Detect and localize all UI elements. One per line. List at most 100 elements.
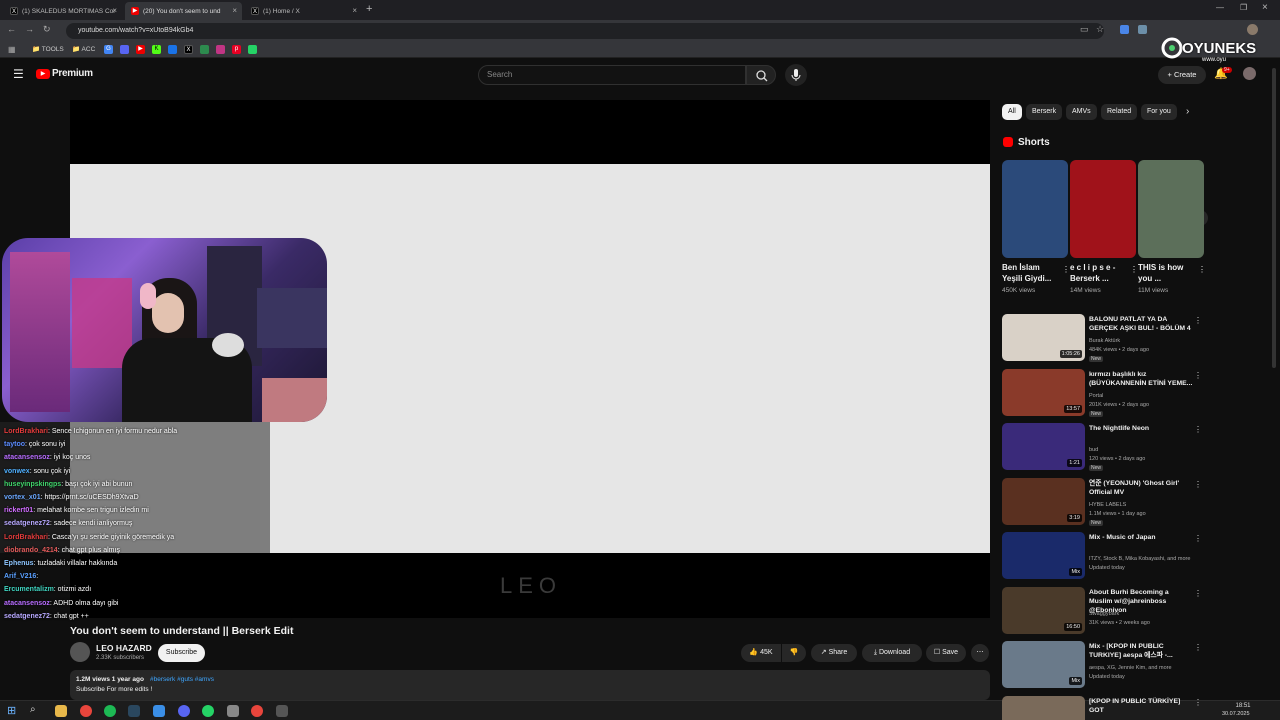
recommended-video[interactable]: Mix Mix - Music of Japan ITZY, Stock B, Mi… — [1002, 532, 1202, 580]
extension-icon[interactable] — [1138, 25, 1147, 34]
account-avatar[interactable] — [1243, 67, 1256, 80]
short-thumbnail[interactable] — [1002, 160, 1068, 258]
bookmark-youtube-icon[interactable]: ▶ — [136, 45, 145, 54]
description-box[interactable]: 1.2M views 1 year ago #berserk #guts #am… — [70, 670, 990, 700]
recommended-title[interactable]: The Nightlife Neon — [1089, 424, 1193, 433]
bookmark-instagram-icon[interactable] — [216, 45, 225, 54]
recommended-channel[interactable]: bud — [1089, 447, 1098, 453]
voice-search-button[interactable] — [785, 64, 807, 86]
search-icon[interactable]: ⌕ — [30, 704, 36, 715]
extension-icon[interactable] — [1120, 25, 1129, 34]
recommended-title[interactable]: [KPOP IN PUBLIC TÜRKİYE] GOT — [1089, 697, 1193, 715]
subscribe-button[interactable]: Subscribe — [158, 644, 205, 662]
video-thumbnail[interactable]: 16:50 — [1002, 586, 1085, 634]
youtube-logo-icon[interactable]: ▶ — [36, 69, 50, 79]
video-thumbnail[interactable]: Mix — [1002, 641, 1085, 688]
close-icon[interactable]: × — [232, 6, 237, 15]
more-options-icon[interactable]: ⋮ — [1194, 480, 1202, 489]
app-icon[interactable] — [276, 705, 288, 717]
filter-chip[interactable]: Berserk — [1026, 104, 1063, 120]
chrome-icon[interactable] — [251, 705, 263, 717]
recommended-channel[interactable]: Burak Aktürk — [1089, 338, 1120, 344]
channel-name[interactable]: LEO HAZARD — [96, 643, 152, 653]
bookmark-site-icon[interactable] — [168, 45, 177, 54]
bookmark-kick-icon[interactable]: K — [152, 45, 161, 54]
chevron-right-icon[interactable]: › — [1186, 106, 1189, 117]
bookmark-whatsapp-icon[interactable] — [248, 45, 257, 54]
tab-x-home[interactable]: X (1) Home / X × — [245, 2, 362, 20]
forward-icon[interactable]: → — [25, 24, 34, 34]
short-title[interactable]: THIS is how you ... — [1138, 262, 1198, 284]
more-options-icon[interactable]: ⋮ — [1194, 589, 1202, 598]
more-actions-button[interactable]: ⋯ — [971, 644, 989, 662]
create-button[interactable]: + Create — [1158, 66, 1206, 84]
reload-icon[interactable]: ↻ — [43, 24, 51, 35]
url-field[interactable]: youtube.com/watch?v=xUtoB94kGb4 — [66, 23, 1104, 39]
more-options-icon[interactable]: ⋮ — [1130, 265, 1138, 274]
hashtags[interactable]: #berserk #guts #amvs — [150, 676, 214, 683]
filter-chip[interactable]: AMVs — [1066, 104, 1097, 120]
settings-gear-icon[interactable] — [227, 705, 239, 717]
recommended-title[interactable]: Mix - [KPOP IN PUBLIC TURKIYE] aespa 에스파… — [1089, 642, 1193, 660]
page-scrollbar[interactable] — [1272, 68, 1276, 368]
close-icon[interactable]: × — [112, 6, 117, 15]
youtube-premium-logo[interactable]: Premium — [52, 68, 93, 79]
new-tab-button[interactable]: + — [366, 3, 372, 15]
minimize-button[interactable]: — — [1216, 3, 1224, 12]
app-icon[interactable] — [153, 705, 165, 717]
menu-icon[interactable]: ☰ — [13, 67, 24, 81]
recommended-video[interactable]: 3:19 연준 (YEONJUN) 'Ghost Girl' Official M… — [1002, 477, 1202, 526]
short-thumbnail[interactable] — [1070, 160, 1136, 258]
dislike-button[interactable]: 👎 — [782, 644, 806, 662]
recommended-video[interactable]: [KPOP IN PUBLIC TÜRKİYE] GOT ⋮ — [1002, 695, 1202, 720]
recommended-title[interactable]: 연준 (YEONJUN) 'Ghost Girl' Official MV — [1089, 479, 1193, 497]
windows-start-icon[interactable]: ⊞ — [7, 704, 16, 717]
recommended-title[interactable]: kırmızı başlıklı kız (BÜYÜKANNENİN ETİNİ… — [1089, 370, 1193, 388]
bookmark-folder-tools[interactable]: 📁 TOOLS — [32, 45, 64, 53]
video-thumbnail[interactable]: 13:57 — [1002, 368, 1085, 416]
recommended-channel[interactable]: Portal — [1089, 393, 1103, 399]
recommended-video[interactable]: 1:05:26 BALONU PATLAT YA DA GERÇEK AŞKI B… — [1002, 314, 1202, 362]
tab-skaledus[interactable]: X (1) SKALEDUS MORTIMAS Cor × — [4, 2, 122, 20]
spotify-icon[interactable] — [104, 705, 116, 717]
chrome-icon[interactable] — [80, 705, 92, 717]
search-button[interactable] — [746, 65, 776, 85]
more-options-icon[interactable]: ⋮ — [1062, 265, 1070, 274]
download-button[interactable]: ⤓ Download — [862, 644, 922, 662]
close-icon[interactable]: × — [352, 6, 357, 15]
steam-icon[interactable] — [128, 705, 140, 717]
more-options-icon[interactable]: ⋮ — [1194, 316, 1202, 325]
apps-grid-icon[interactable]: ▦ — [8, 45, 16, 54]
short-thumbnail[interactable] — [1138, 160, 1204, 258]
recommended-video[interactable]: 13:57 kırmızı başlıklı kız (BÜYÜKANNENİN … — [1002, 368, 1202, 417]
recommended-title[interactable]: Mix - Music of Japan — [1089, 533, 1193, 542]
like-button[interactable]: 👍 45K — [741, 644, 781, 662]
video-thumbnail[interactable]: 1:05:26 — [1002, 314, 1085, 361]
discord-icon[interactable] — [178, 705, 190, 717]
channel-avatar[interactable] — [70, 642, 90, 662]
share-button[interactable]: ↗ Share — [811, 644, 857, 662]
search-input[interactable]: Search — [478, 65, 746, 85]
video-thumbnail[interactable]: 3:19 — [1002, 477, 1085, 525]
bookmark-google-icon[interactable]: G — [104, 45, 113, 54]
more-options-icon[interactable]: ⋮ — [1194, 698, 1202, 707]
more-options-icon[interactable]: ⋮ — [1194, 643, 1202, 652]
bookmark-discord-icon[interactable] — [120, 45, 129, 54]
more-options-icon[interactable]: ⋮ — [1198, 265, 1206, 274]
video-thumbnail[interactable] — [1002, 695, 1085, 720]
bookmark-folder-acc[interactable]: 📁 ACC — [72, 45, 95, 53]
cast-icon[interactable]: ▭ — [1080, 24, 1089, 35]
bookmark-pinterest-icon[interactable]: p — [232, 45, 241, 54]
recommended-video[interactable]: Mix Mix - [KPOP IN PUBLIC TURKIYE] aespa … — [1002, 641, 1202, 689]
recommended-title[interactable]: BALONU PATLAT YA DA GERÇEK AŞKI BUL! - B… — [1089, 315, 1193, 333]
bookmark-x-icon[interactable]: X — [184, 45, 193, 54]
recommended-channel[interactable]: aespa, XG, Jennie Kim, and more — [1089, 665, 1172, 671]
recommended-video[interactable]: 1:21 The Nightlife Neon bud 120 views • 2 d… — [1002, 423, 1202, 471]
bookmark-site-icon[interactable] — [200, 45, 209, 54]
back-icon[interactable]: ← — [7, 24, 16, 34]
more-options-icon[interactable]: ⋮ — [1194, 371, 1202, 380]
recommended-video[interactable]: 16:50 About Burhi Becoming a Muslim w/@ja… — [1002, 586, 1202, 635]
file-explorer-icon[interactable] — [55, 705, 67, 717]
more-options-icon[interactable]: ⋮ — [1194, 425, 1202, 434]
save-button[interactable]: ☐ Save — [926, 644, 966, 662]
